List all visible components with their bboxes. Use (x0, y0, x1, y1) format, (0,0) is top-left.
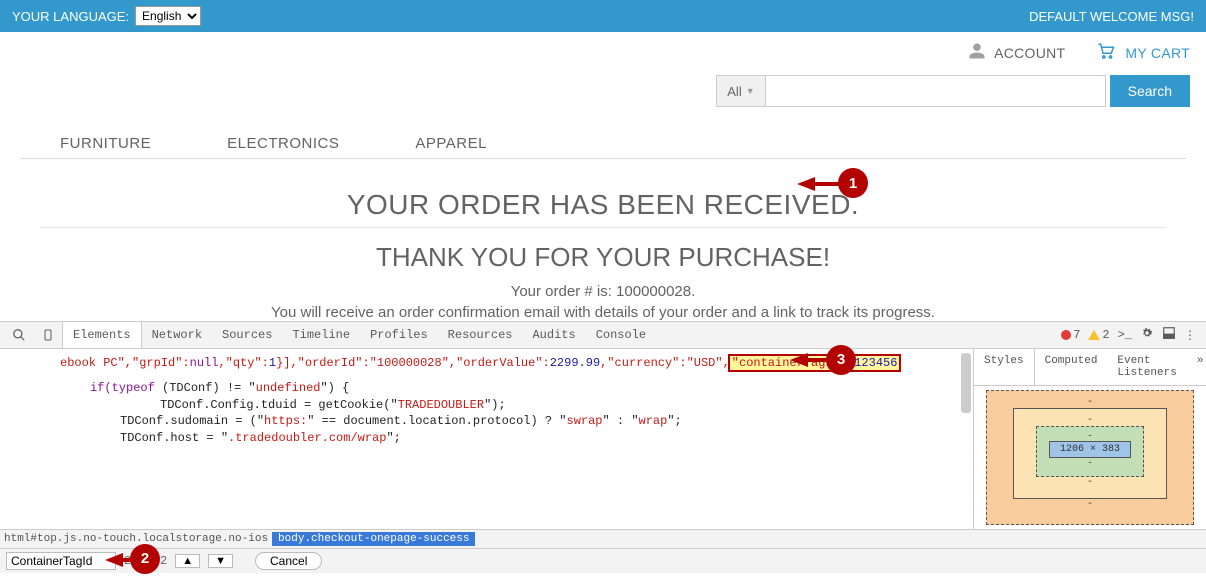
search-input[interactable] (766, 75, 1106, 107)
inspect-icon[interactable] (4, 324, 34, 346)
devtools-tab-sources[interactable]: Sources (212, 322, 282, 348)
devtools-tab-audits[interactable]: Audits (522, 322, 585, 348)
search-group: All ▼ Search (716, 75, 1190, 107)
search-category-dropdown[interactable]: All ▼ (716, 75, 765, 107)
devtools-tab-timeline[interactable]: Timeline (282, 322, 360, 348)
box-model-diagram: - - - 1206 × 383 - - - (974, 386, 1206, 529)
language-select[interactable]: English (135, 6, 201, 26)
styles-tab[interactable]: Styles (974, 349, 1035, 385)
devtools-tab-profiles[interactable]: Profiles (360, 322, 438, 348)
scrollbar[interactable] (961, 353, 971, 413)
top-bar: YOUR LANGUAGE: English DEFAULT WELCOME M… (0, 0, 1206, 32)
account-link[interactable]: ACCOUNT (968, 42, 1065, 63)
devtools-tabs: Elements Network Sources Timeline Profil… (0, 322, 1206, 349)
find-next-button[interactable]: ▼ (208, 554, 233, 568)
gear-icon[interactable] (1140, 326, 1154, 344)
devtools-panel: Elements Network Sources Timeline Profil… (0, 321, 1206, 573)
thank-you-title: THANK YOU FOR YOUR PURCHASE! (20, 242, 1186, 273)
annotation-circle-3: 3 (826, 345, 856, 375)
dock-icon[interactable] (1162, 326, 1176, 344)
devtools-styles-panel: Styles Computed Event Listeners » - - - … (974, 349, 1206, 529)
find-prev-button[interactable]: ▲ (175, 554, 200, 568)
devtools-tab-resources[interactable]: Resources (438, 322, 523, 348)
order-info-text: You will receive an order confirmation e… (20, 304, 1186, 321)
order-received-title: YOUR ORDER HAS BEEN RECEIVED. (20, 189, 1186, 221)
find-input[interactable] (6, 552, 116, 570)
user-icon (968, 42, 986, 63)
category-nav: FURNITURE ELECTRONICS APPAREL (20, 117, 1186, 159)
annotation-arrow-icon (105, 553, 123, 567)
devtools-breadcrumb[interactable]: html#top.js.no-touch.localstorage.no-ios… (0, 529, 1206, 548)
search-row: All ▼ Search (0, 71, 1206, 117)
annotation-arrow-icon (797, 177, 815, 191)
page-main: YOUR ORDER HAS BEEN RECEIVED. THANK YOU … (0, 159, 1206, 321)
more-tabs-icon[interactable]: » (1187, 349, 1206, 385)
annotation-line (808, 358, 828, 362)
annotation-line (815, 182, 839, 186)
cart-label: MY CART (1125, 45, 1190, 61)
order-number-text: Your order # is: 100000028. (20, 283, 1186, 300)
devtools-tab-elements[interactable]: Elements (62, 322, 142, 348)
device-icon[interactable] (34, 324, 62, 346)
breadcrumb-body-selected[interactable]: body.checkout-onepage-success (272, 532, 475, 546)
console-toggle-icon[interactable]: >_ (1118, 328, 1132, 342)
nav-item-furniture[interactable]: FURNITURE (60, 135, 151, 152)
more-icon[interactable]: ⋮ (1184, 328, 1196, 343)
warning-count[interactable]: 2 (1088, 328, 1109, 342)
find-cancel-button[interactable]: Cancel (255, 552, 322, 570)
language-label: YOUR LANGUAGE: (12, 9, 129, 24)
account-label: ACCOUNT (994, 45, 1065, 61)
devtools-findbar: 2 of 2 ▲ ▼ Cancel 2 (0, 548, 1206, 573)
nav-item-electronics[interactable]: ELECTRONICS (227, 135, 339, 152)
devtools-source-panel[interactable]: ebook PC","grpId":null,"qty":1}],"orderI… (0, 349, 974, 529)
annotation-circle-2: 2 (130, 544, 160, 574)
breadcrumb-html[interactable]: html#top.js.no-touch.localstorage.no-ios (4, 533, 268, 545)
box-model-content-dims: 1206 × 383 (1049, 441, 1131, 458)
devtools-tab-console[interactable]: Console (586, 322, 656, 348)
cart-link[interactable]: MY CART (1095, 42, 1190, 63)
language-selector-wrap: YOUR LANGUAGE: English (12, 6, 201, 26)
cart-icon (1095, 42, 1117, 63)
chevron-down-icon: ▼ (746, 86, 755, 96)
error-count[interactable]: 7 (1061, 328, 1080, 342)
devtools-tab-network[interactable]: Network (142, 322, 212, 348)
annotation-arrow-icon (790, 353, 808, 367)
annotation-circle-1: 1 (838, 168, 868, 198)
account-bar: ACCOUNT MY CART (0, 32, 1206, 71)
event-listeners-tab[interactable]: Event Listeners (1107, 349, 1186, 385)
search-button[interactable]: Search (1110, 75, 1190, 107)
computed-tab[interactable]: Computed (1035, 349, 1108, 385)
welcome-message: DEFAULT WELCOME MSG! (1029, 9, 1194, 24)
nav-item-apparel[interactable]: APPAREL (415, 135, 487, 152)
